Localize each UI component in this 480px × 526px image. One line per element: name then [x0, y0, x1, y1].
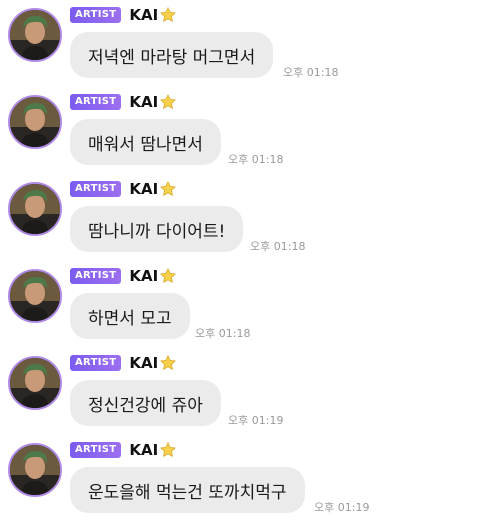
avatar-photo	[10, 445, 60, 495]
artist-badge: ARTIST	[70, 268, 122, 284]
avatar-photo	[10, 97, 60, 147]
sender-header: ARTIST KAI	[70, 441, 177, 459]
avatar[interactable]	[8, 269, 62, 323]
star-icon	[159, 6, 177, 24]
sender-name[interactable]: KAI	[129, 93, 158, 111]
message-timestamp: 오후 01:18	[195, 327, 251, 340]
artist-badge: ARTIST	[70, 442, 122, 458]
message-timestamp: 오후 01:18	[228, 153, 284, 166]
sender-name[interactable]: KAI	[129, 267, 158, 285]
star-icon	[159, 180, 177, 198]
star-icon	[159, 93, 177, 111]
message-timestamp: 오후 01:19	[228, 414, 284, 427]
chat-log: ARTIST KAI 저녁엔 마라탕 머그면서 오후 01:18 ARTIST …	[0, 0, 480, 526]
star-icon	[159, 441, 177, 459]
sender-name[interactable]: KAI	[129, 6, 158, 24]
chat-message: ARTIST KAI 정신건강에 쥬아 오후 01:19	[0, 354, 480, 436]
artist-badge: ARTIST	[70, 7, 122, 23]
sender-header: ARTIST KAI	[70, 6, 177, 24]
avatar[interactable]	[8, 8, 62, 62]
sender-name[interactable]: KAI	[129, 441, 158, 459]
avatar-photo	[10, 184, 60, 234]
artist-badge: ARTIST	[70, 94, 122, 110]
message-bubble[interactable]: 하면서 모고	[70, 293, 190, 339]
avatar-photo	[10, 10, 60, 60]
message-timestamp: 오후 01:19	[314, 501, 370, 514]
message-bubble[interactable]: 저녁엔 마라탕 머그면서	[70, 32, 274, 78]
avatar-photo	[10, 271, 60, 321]
message-bubble[interactable]: 운도을해 먹는건 또까치먹구	[70, 467, 305, 513]
star-icon	[159, 267, 177, 285]
sender-header: ARTIST KAI	[70, 267, 177, 285]
message-timestamp: 오후 01:18	[283, 66, 339, 79]
artist-badge: ARTIST	[70, 355, 122, 371]
sender-name[interactable]: KAI	[129, 354, 158, 372]
avatar[interactable]	[8, 443, 62, 497]
message-bubble[interactable]: 매워서 땀나면서	[70, 119, 221, 165]
avatar[interactable]	[8, 182, 62, 236]
chat-message: ARTIST KAI 운도을해 먹는건 또까치먹구 오후 01:19	[0, 441, 480, 523]
chat-message: ARTIST KAI 땀나니까 다이어트! 오후 01:18	[0, 180, 480, 262]
chat-message: ARTIST KAI 저녁엔 마라탕 머그면서 오후 01:18	[0, 6, 480, 88]
avatar-photo	[10, 358, 60, 408]
sender-header: ARTIST KAI	[70, 93, 177, 111]
star-icon	[159, 354, 177, 372]
message-bubble[interactable]: 땀나니까 다이어트!	[70, 206, 244, 252]
sender-name[interactable]: KAI	[129, 180, 158, 198]
artist-badge: ARTIST	[70, 181, 122, 197]
avatar[interactable]	[8, 356, 62, 410]
chat-message: ARTIST KAI 하면서 모고 오후 01:18	[0, 267, 480, 349]
sender-header: ARTIST KAI	[70, 180, 177, 198]
message-timestamp: 오후 01:18	[250, 240, 306, 253]
chat-message: ARTIST KAI 매워서 땀나면서 오후 01:18	[0, 93, 480, 175]
avatar[interactable]	[8, 95, 62, 149]
message-bubble[interactable]: 정신건강에 쥬아	[70, 380, 221, 426]
sender-header: ARTIST KAI	[70, 354, 177, 372]
